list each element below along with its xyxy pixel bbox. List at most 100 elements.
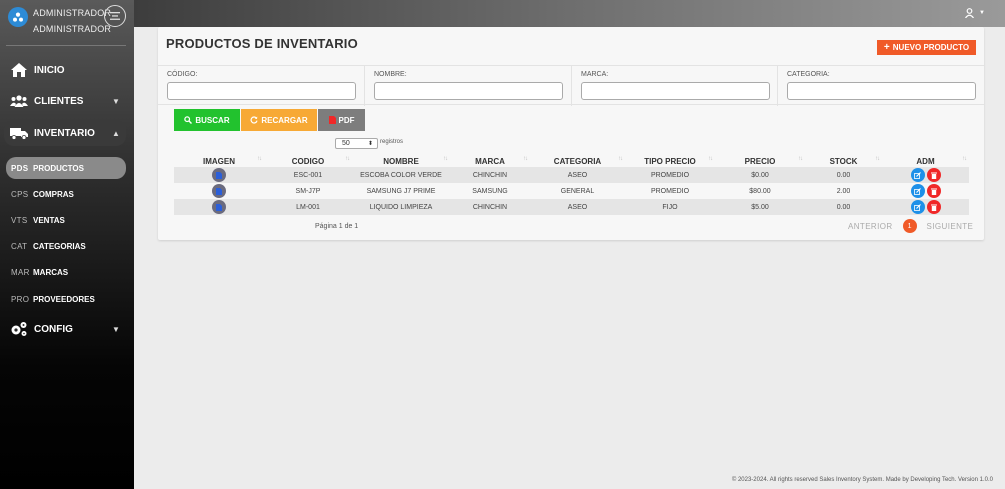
- filter-codigo: CÓDIGO:: [158, 66, 365, 106]
- nombre-cell: LIQUIDO LIMPIEZA: [352, 199, 450, 215]
- pagination-info: Página 1 de 1: [315, 223, 359, 230]
- marca-cell: CHINCHIN: [450, 199, 530, 215]
- action-buttons: BUSCAR RECARGAR PDF: [174, 109, 365, 131]
- edit-icon[interactable]: [910, 200, 925, 214]
- products-card: PRODUCTOS DE INVENTARIO + NUEVO PRODUCTO…: [158, 27, 984, 240]
- image-file-icon[interactable]: [212, 168, 226, 182]
- trash-icon[interactable]: [926, 168, 941, 182]
- sub-item-label: PROVEEDORES: [33, 294, 95, 304]
- column-header-tipo-precio[interactable]: TIPO PRECIO ↑↓: [625, 155, 715, 167]
- codigo-input[interactable]: [167, 82, 356, 100]
- adm-cell: [882, 199, 969, 215]
- codigo-cell: LM-001: [264, 199, 352, 215]
- sub-item-abbr: PRO: [11, 294, 30, 304]
- nav-item-label: CLIENTES: [34, 95, 84, 107]
- user-name: ADMINISTRADOR: [33, 8, 112, 18]
- pdf-button-label: PDF: [338, 115, 355, 125]
- sub-item-label: MARCAS: [33, 267, 69, 277]
- chevron-down-icon: ▼: [112, 96, 120, 106]
- sort-icon: ↑↓: [345, 156, 350, 162]
- pagination-prev-button[interactable]: ANTERIOR: [848, 222, 893, 231]
- column-header-marca[interactable]: MARCA ↑↓: [450, 155, 530, 167]
- trash-icon[interactable]: [926, 184, 941, 198]
- refresh-icon: [250, 116, 258, 124]
- image-file-icon[interactable]: [212, 184, 226, 198]
- sidebar-item-productos[interactable]: PDS PRODUCTOS: [6, 157, 126, 179]
- sub-item-abbr: VTS: [11, 215, 28, 225]
- pagination-next-button[interactable]: SIGUIENTE: [927, 222, 974, 231]
- categoria-input[interactable]: [787, 82, 976, 100]
- user-icon: [965, 8, 975, 18]
- adm-cell: [882, 167, 969, 183]
- sub-item-label: CATEGORIAS: [33, 241, 86, 251]
- column-header-nombre[interactable]: NOMBRE ↑↓: [352, 155, 450, 167]
- precio-cell: $0.00: [715, 167, 805, 183]
- nombre-input[interactable]: [374, 82, 563, 100]
- nombre-cell: SAMSUNG J7 PRIME: [352, 183, 450, 199]
- user-menu-button[interactable]: ▼: [965, 8, 985, 18]
- truck-icon: [10, 125, 28, 141]
- reload-button-label: RECARGAR: [261, 115, 308, 125]
- sidebar-item-ventas[interactable]: VTS VENTAS: [6, 209, 126, 231]
- column-header-codigo[interactable]: CODIGO ↑↓: [264, 155, 352, 167]
- table-row: LM-001 LIQUIDO LIMPIEZA CHINCHIN ASEO FI…: [174, 199, 969, 215]
- footer-text: © 2023-2024. All rights reserved Sales I…: [731, 477, 993, 483]
- codigo-cell: SM-J7P: [264, 183, 352, 199]
- sidebar-item-categorias[interactable]: CAT CATEGORIAS: [6, 235, 126, 257]
- precio-cell: $80.00: [715, 183, 805, 199]
- page-size-select[interactable]: 50 ⬍: [335, 138, 378, 149]
- hamburger-icon: [110, 12, 120, 20]
- pagination-page-button[interactable]: 1: [902, 219, 917, 233]
- column-header-stock[interactable]: STOCK ↑↓: [805, 155, 882, 167]
- tipo-precio-cell: FIJO: [625, 199, 715, 215]
- image-cell: [174, 183, 264, 199]
- pdf-button[interactable]: PDF: [318, 109, 365, 131]
- sidebar-divider: [6, 45, 126, 46]
- sidebar: ADMINISTRADOR ADMINISTRADOR INICIO CLIEN…: [0, 0, 134, 489]
- column-header-imagen[interactable]: IMAGEN ↑↓: [174, 155, 264, 167]
- users-icon: [10, 93, 28, 109]
- sidebar-item-marcas[interactable]: MAR MARCAS: [6, 261, 126, 283]
- column-header-precio[interactable]: PRECIO ↑↓: [715, 155, 805, 167]
- adm-cell: [882, 183, 969, 199]
- nav-item-config[interactable]: CONFIG ▼: [0, 316, 134, 342]
- pagination: ANTERIOR 1 SIGUIENTE: [848, 219, 973, 233]
- chevron-up-icon: ▲: [112, 128, 120, 138]
- column-header-categoria[interactable]: CATEGORIA ↑↓: [530, 155, 625, 167]
- codigo-cell: ESC-001: [264, 167, 352, 183]
- menu-toggle-button[interactable]: [104, 5, 126, 27]
- edit-icon[interactable]: [910, 168, 925, 182]
- marca-cell: SAMSUNG: [450, 183, 530, 199]
- nav-item-label: CONFIG: [34, 323, 73, 335]
- sort-icon: ↑↓: [708, 156, 713, 162]
- marca-input[interactable]: [581, 82, 770, 100]
- products-table: IMAGEN ↑↓ CODIGO ↑↓ NOMBRE ↑↓ MARCA ↑↓ CATEG…: [174, 155, 969, 215]
- column-header-adm[interactable]: ADM ↑↓: [882, 155, 969, 167]
- stock-cell: 0.00: [805, 167, 882, 183]
- reload-button[interactable]: RECARGAR: [241, 109, 317, 131]
- new-product-button[interactable]: + NUEVO PRODUCTO: [877, 40, 976, 55]
- marca-cell: CHINCHIN: [450, 167, 530, 183]
- nav-item-clientes[interactable]: CLIENTES ▼: [0, 88, 134, 114]
- sidebar-item-proveedores[interactable]: PRO PROVEEDORES: [6, 288, 126, 310]
- user-block: ADMINISTRADOR ADMINISTRADOR: [6, 5, 128, 45]
- image-file-icon[interactable]: [212, 200, 226, 214]
- nav-item-inventario[interactable]: INVENTARIO ▲: [4, 120, 126, 146]
- table-header-row: IMAGEN ↑↓ CODIGO ↑↓ NOMBRE ↑↓ MARCA ↑↓ CATEG…: [174, 155, 969, 167]
- page-size-value: 50: [342, 140, 350, 147]
- nav-item-label: INICIO: [34, 64, 65, 76]
- caret-down-icon: ▼: [979, 10, 985, 16]
- sub-item-abbr: PDS: [11, 163, 29, 173]
- edit-icon[interactable]: [910, 184, 925, 198]
- sub-item-label: COMPRAS: [33, 189, 74, 199]
- user-role: ADMINISTRADOR: [33, 24, 112, 34]
- marca-label: MARCA:: [581, 71, 609, 78]
- new-product-label: NUEVO PRODUCTO: [892, 43, 970, 52]
- sort-icon: ↑↓: [443, 156, 448, 162]
- trash-icon[interactable]: [926, 200, 941, 214]
- sub-item-abbr: CAT: [11, 241, 28, 251]
- nav-item-inicio[interactable]: INICIO: [0, 57, 134, 83]
- top-bar: ▼: [134, 0, 1005, 27]
- sidebar-item-compras[interactable]: CPS COMPRAS: [6, 183, 126, 205]
- search-button[interactable]: BUSCAR: [174, 109, 240, 131]
